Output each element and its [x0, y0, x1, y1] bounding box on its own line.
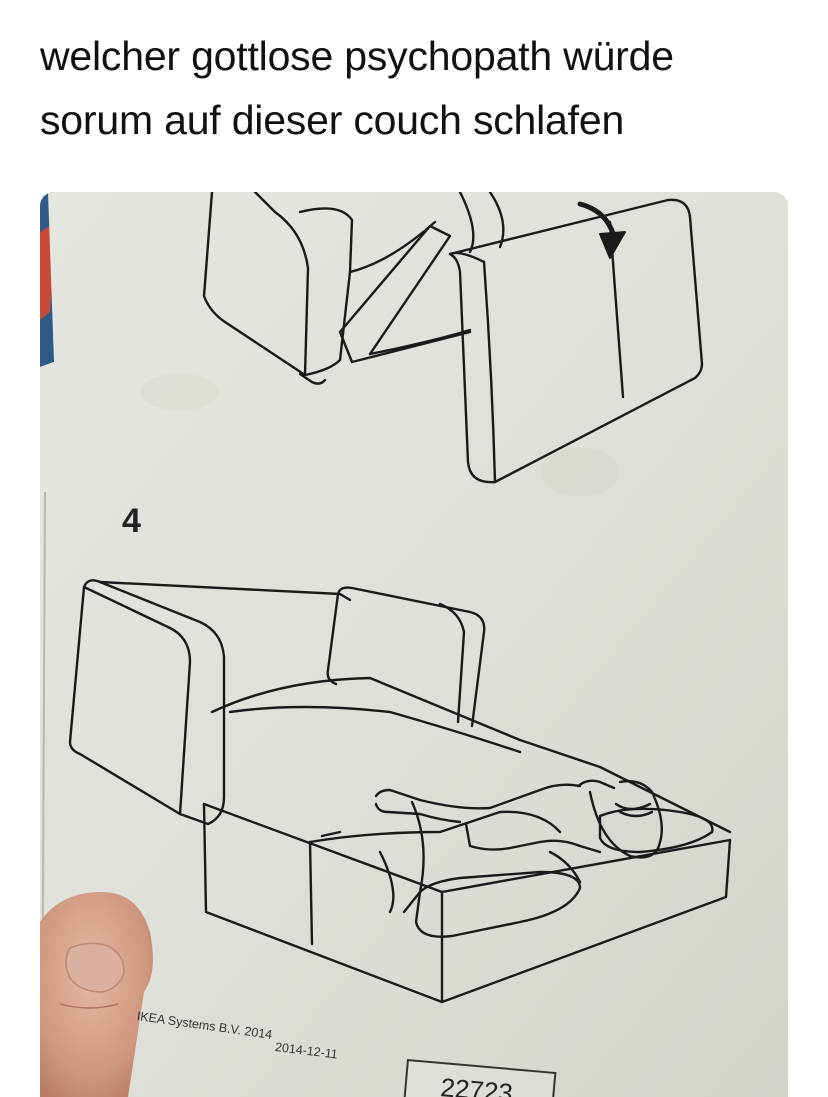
- step-number: 4: [122, 502, 141, 540]
- post-caption: welcher gottlose psychopath würde sorum …: [40, 24, 800, 152]
- instruction-illustration: [40, 192, 788, 1097]
- caption-line-2: sorum auf dieser couch schlafen: [40, 97, 625, 143]
- caption-line-1: welcher gottlose psychopath würde: [40, 33, 674, 79]
- instruction-sheet-photo[interactable]: 4 IKEA Systems B.V. 2014 2014-12-11 2272…: [40, 192, 788, 1097]
